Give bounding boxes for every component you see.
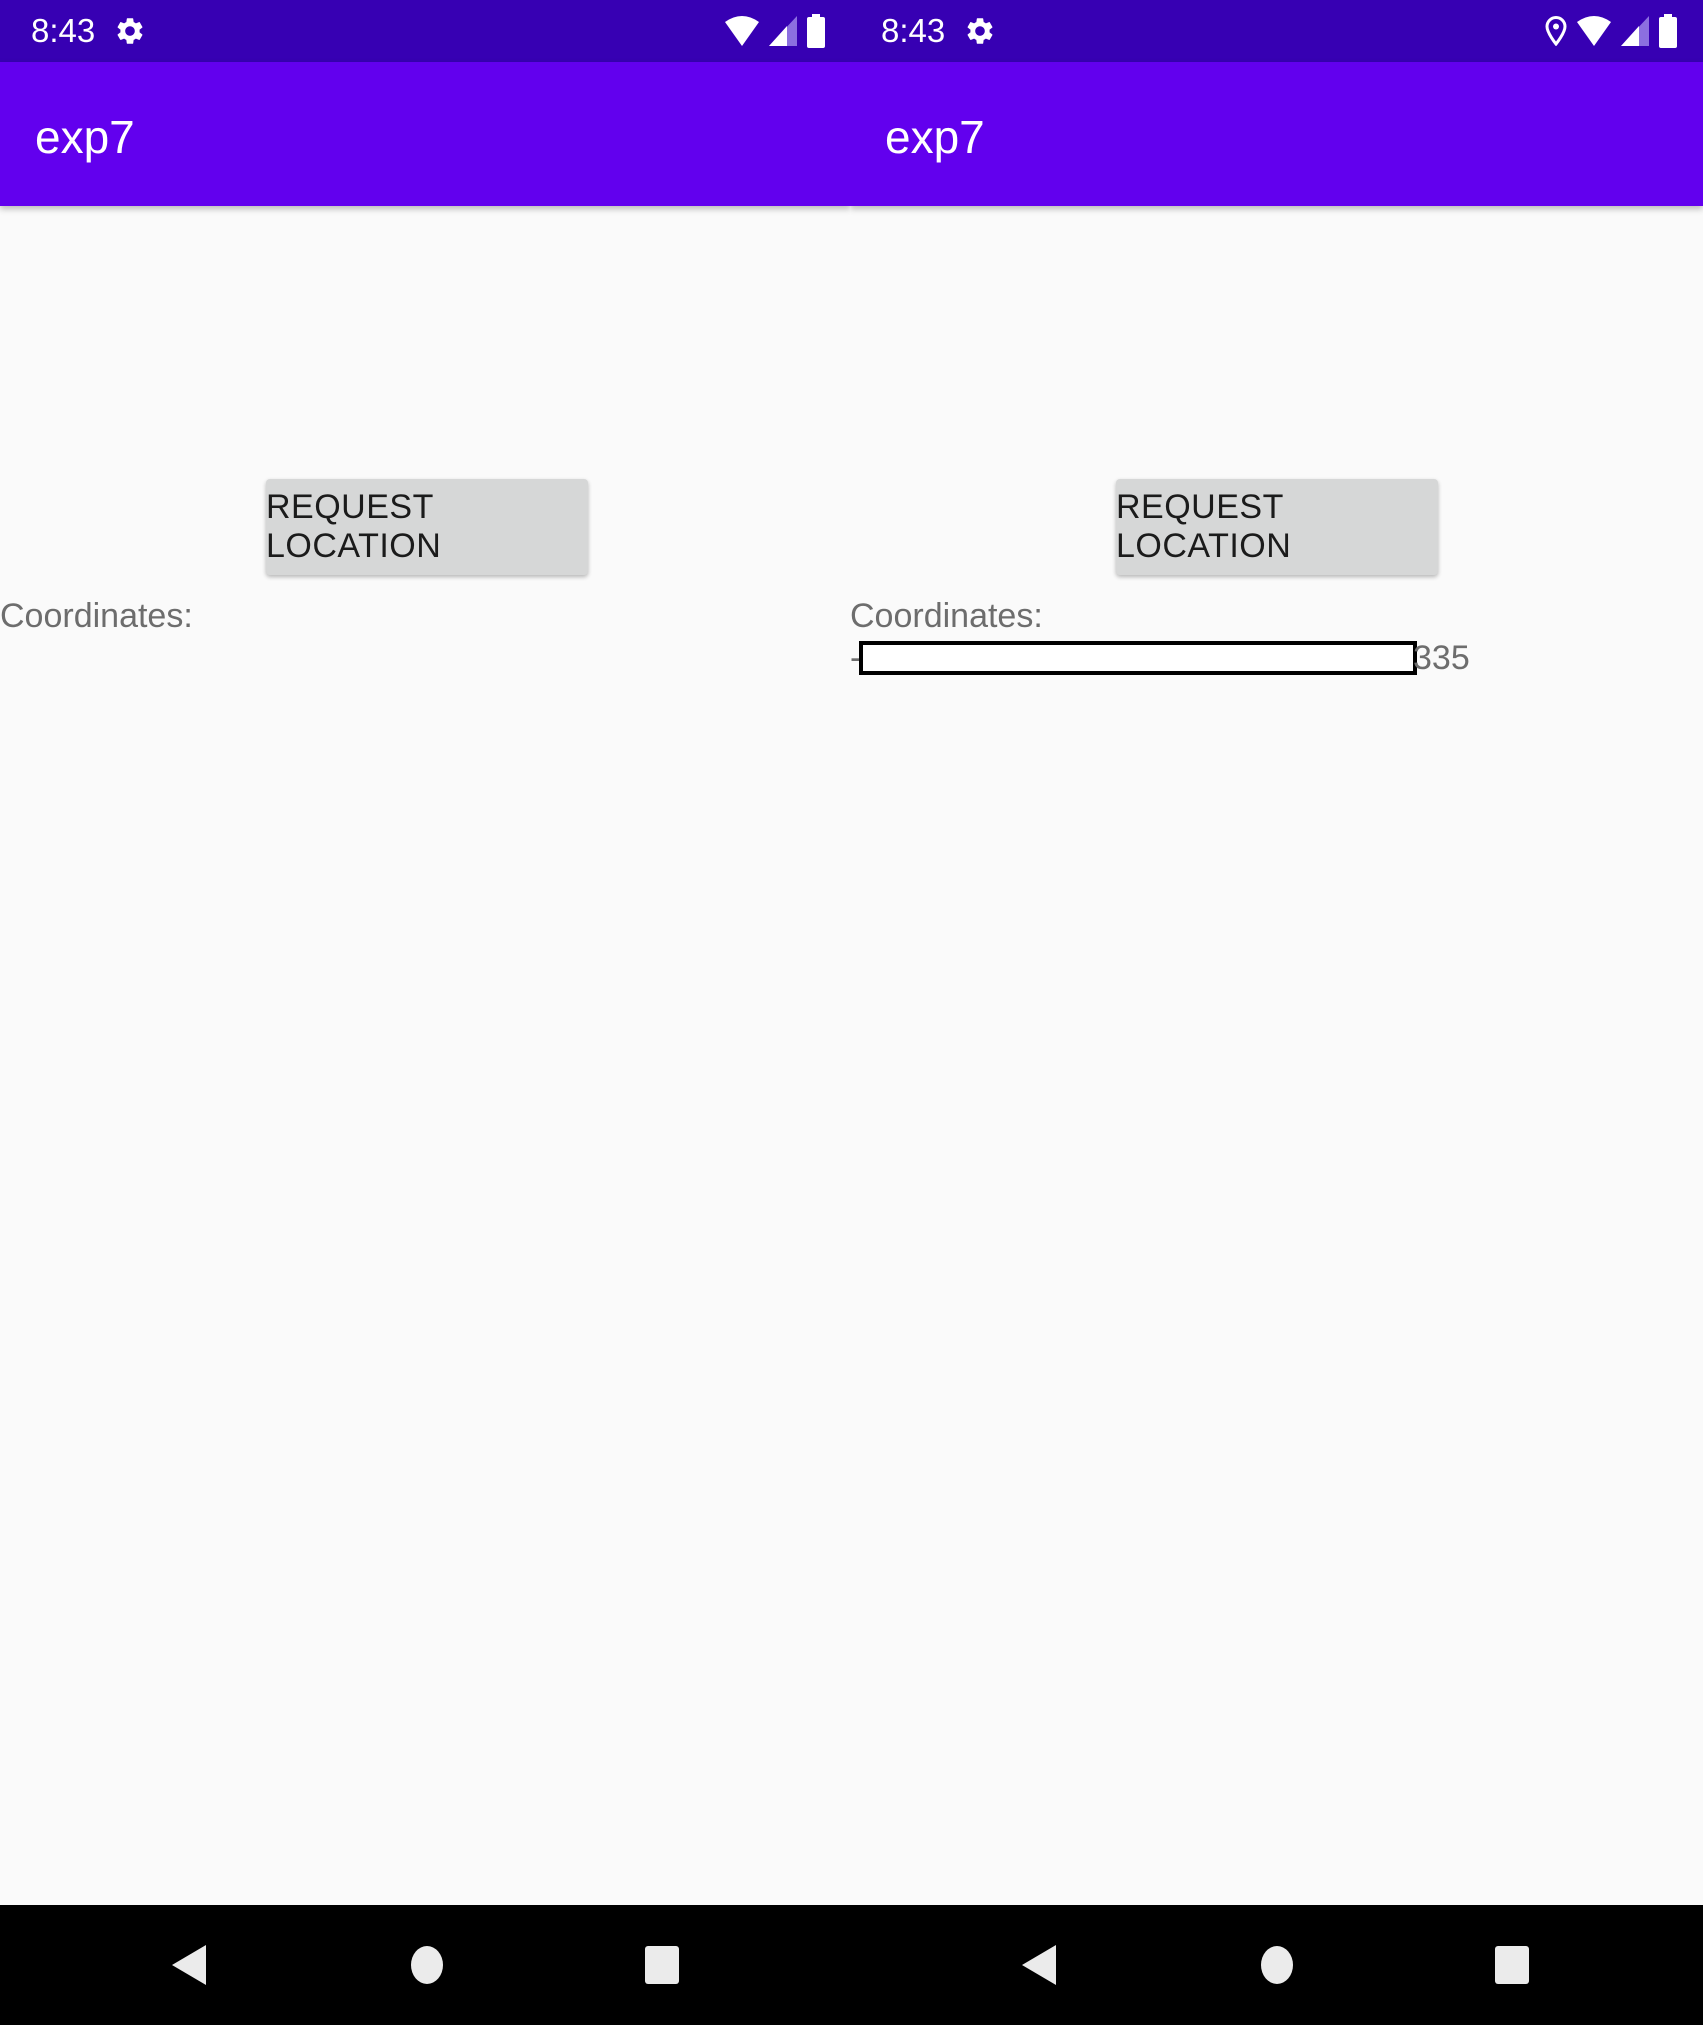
home-icon[interactable] xyxy=(410,1945,444,1985)
signal-icon xyxy=(1621,16,1649,46)
wifi-icon xyxy=(1577,16,1611,46)
status-icons xyxy=(725,12,825,50)
recents-icon[interactable] xyxy=(1495,1945,1529,1985)
battery-icon xyxy=(807,14,825,48)
navigation-bar xyxy=(0,1905,851,2025)
status-time: 8:43 xyxy=(31,12,96,49)
app-title: exp7 xyxy=(885,111,985,163)
app-bar: exp7 xyxy=(850,62,1703,206)
coordinates-label: Coordinates: xyxy=(0,597,193,635)
signal-icon xyxy=(769,16,797,46)
battery-icon xyxy=(1659,14,1677,48)
status-bar: 8:43 xyxy=(850,0,1703,62)
request-location-button[interactable]: REQUEST LOCATION xyxy=(1116,479,1438,575)
status-time: 8:43 xyxy=(881,12,946,49)
home-icon[interactable] xyxy=(1260,1945,1294,1985)
screen-after-location: 8:43 exp7 REQUEST LOCATION Coordinates: … xyxy=(850,0,1703,2025)
gear-icon xyxy=(117,18,143,44)
status-icons xyxy=(1545,12,1677,50)
request-location-button[interactable]: REQUEST LOCATION xyxy=(266,479,588,575)
app-title: exp7 xyxy=(35,111,135,163)
redaction-box xyxy=(859,641,1417,675)
coordinates-value: - 335 xyxy=(850,636,1550,680)
screen-before-location: 8:43 exp7 REQUEST LOCATION Coordinates: xyxy=(0,0,851,2025)
navigation-bar xyxy=(850,1905,1703,2025)
wifi-icon xyxy=(725,16,759,46)
coordinates-value-suffix: 335 xyxy=(1413,639,1470,677)
coordinates-label: Coordinates: xyxy=(850,597,1043,635)
recents-icon[interactable] xyxy=(645,1945,679,1985)
back-icon[interactable] xyxy=(172,1945,206,1985)
status-bar: 8:43 xyxy=(0,0,851,62)
location-icon xyxy=(1545,16,1567,46)
back-icon[interactable] xyxy=(1022,1945,1056,1985)
gear-icon xyxy=(967,18,993,44)
app-bar: exp7 xyxy=(0,62,851,206)
